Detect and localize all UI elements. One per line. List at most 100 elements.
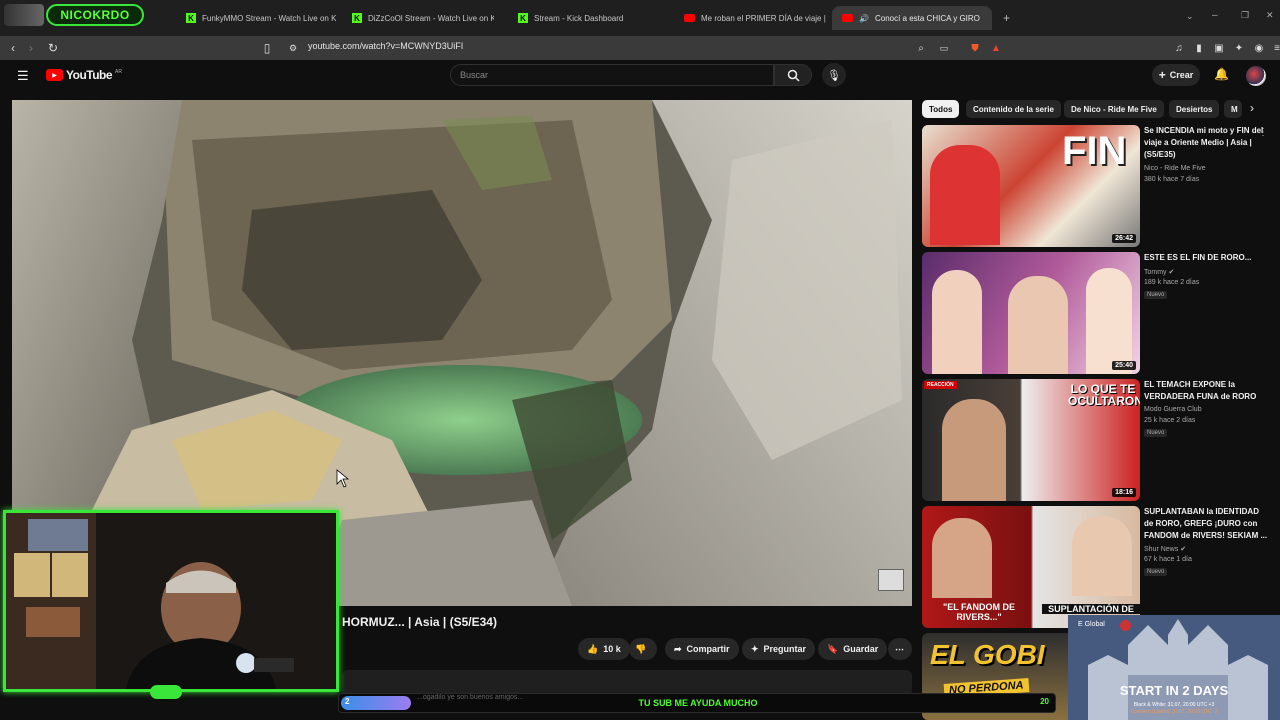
- back-icon[interactable]: ‹: [4, 39, 22, 57]
- streamer-logo: [4, 4, 44, 26]
- kick-icon: K: [518, 13, 528, 23]
- like-button[interactable]: 👍 10 k: [578, 638, 630, 660]
- recommendation-title[interactable]: EL TEMACH EXPONE la VERDADERA FUNA de RO…: [1144, 379, 1270, 403]
- minimize-icon[interactable]: –: [1212, 10, 1218, 21]
- tab-label: FunkyMMO Stream - Watch Live on K: [202, 13, 336, 23]
- browser-tab[interactable]: K FunkyMMO Stream - Watch Live on K: [176, 6, 336, 30]
- thumbnail-person: [942, 399, 1006, 501]
- recommendation-item[interactable]: REACCIÓN LO QUE TE OCULTARON 18:16 EL TE…: [922, 379, 1272, 501]
- youtube-header: ☰ ▶ YouTube AR Buscar 🎙 + Crear 🔔: [0, 60, 1280, 92]
- zoom-icon[interactable]: ⌕: [912, 39, 930, 57]
- channel-name[interactable]: Modo Guerra Club: [1144, 406, 1202, 413]
- search-icon: [787, 69, 800, 82]
- webcam-overlay: [3, 510, 339, 692]
- music-icon[interactable]: ♫: [1170, 39, 1188, 57]
- video-thumbnail[interactable]: 25:40: [922, 252, 1140, 374]
- dislike-button[interactable]: 👎: [629, 638, 657, 660]
- bookmark-icon[interactable]: ▯: [258, 39, 276, 57]
- menu-icon[interactable]: ≡: [1268, 39, 1280, 57]
- new-badge: Nuevo: [1144, 291, 1168, 299]
- more-vert-icon[interactable]: ⋮: [1258, 127, 1268, 138]
- tab-label: Me roban el PRIMER DÍA de viaje | A: [701, 13, 826, 23]
- like-count: 10 k: [603, 644, 621, 654]
- thumbnail-text: EL GOBI: [930, 639, 1045, 670]
- channel-name[interactable]: Nico - Ride Me Five: [1144, 165, 1205, 172]
- create-button[interactable]: + Crear: [1152, 64, 1200, 86]
- ad-headline: START IN 2 DAYS: [1119, 683, 1229, 698]
- tab-list-icon[interactable]: ⌄: [1186, 11, 1194, 22]
- browser-tab[interactable]: Me roban el PRIMER DÍA de viaje | A: [674, 6, 826, 30]
- microphone-icon: 🎙: [827, 69, 841, 82]
- maximize-icon[interactable]: ❐: [1241, 10, 1249, 21]
- new-badge: Nuevo: [1144, 568, 1168, 576]
- share-label: Compartir: [686, 644, 730, 654]
- brave-rewards-icon[interactable]: ▲: [987, 39, 1005, 57]
- search-input[interactable]: Buscar: [450, 64, 774, 86]
- thumbnail-person: [1008, 276, 1068, 374]
- wallet-icon[interactable]: ▣: [1210, 39, 1228, 57]
- verified-icon: ✔: [1180, 546, 1187, 553]
- vpn-icon[interactable]: ◉: [1250, 39, 1268, 57]
- site-info-icon[interactable]: ⚙: [284, 39, 302, 57]
- kick-icon: K: [352, 13, 362, 23]
- channel-name[interactable]: Tommy ✔: [1144, 268, 1174, 276]
- new-badge: Nuevo: [1144, 429, 1168, 437]
- reload-icon[interactable]: ↻: [44, 39, 62, 57]
- search-button[interactable]: [774, 64, 812, 86]
- chip-todos[interactable]: Todos: [922, 100, 960, 118]
- video-thumbnail[interactable]: "EL FANDOM DE RIVERS..." SUPLANTACIÓN DE: [922, 506, 1140, 628]
- recommendation-title[interactable]: ESTE ES EL FIN DE RORO...: [1144, 252, 1270, 264]
- close-window-icon[interactable]: ✕: [1266, 10, 1274, 21]
- channel-name-text: Shur News: [1144, 546, 1179, 553]
- ad-badge-icon: [1120, 620, 1131, 631]
- tab-label: Stream - Kick Dashboard: [534, 13, 624, 23]
- youtube-logo[interactable]: ▶ YouTube AR: [46, 68, 122, 82]
- view-meta: 189 k hace 2 días: [1144, 279, 1200, 286]
- url-field[interactable]: youtube.com/watch?v=MCWNYD3UiFI: [308, 41, 463, 51]
- thumbs-down-icon: 👎: [635, 643, 647, 654]
- sidebar-icon[interactable]: ▮: [1190, 39, 1208, 57]
- channel-watermark[interactable]: [878, 569, 904, 591]
- save-label: Guardar: [843, 644, 879, 654]
- save-button[interactable]: 🔖 Guardar: [818, 638, 888, 660]
- browser-tab[interactable]: K DiZzCoOl Stream - Watch Live on Ki: [342, 6, 494, 30]
- ask-button[interactable]: ✦ Preguntar: [742, 638, 816, 660]
- duration-badge: 26:42: [1112, 234, 1136, 243]
- chip-more[interactable]: M: [1224, 100, 1242, 118]
- view-meta: 25 k hace 2 días: [1144, 417, 1196, 424]
- voice-search-button[interactable]: 🎙: [822, 63, 846, 87]
- chevron-right-icon[interactable]: ›: [1250, 101, 1254, 115]
- brave-shield-icon[interactable]: ⛊: [966, 39, 984, 57]
- new-tab-button[interactable]: +: [1003, 11, 1010, 25]
- video-title: HORMUZ... | Asia | (S5/E34): [342, 615, 497, 629]
- video-thumbnail[interactable]: REACCIÓN LO QUE TE OCULTARON 18:16: [922, 379, 1140, 501]
- recommendation-item[interactable]: "EL FANDOM DE RIVERS..." SUPLANTACIÓN DE…: [922, 506, 1272, 628]
- extensions-icon[interactable]: ✦: [1230, 39, 1248, 57]
- video-thumbnail[interactable]: FIN 26:42: [922, 125, 1140, 247]
- thumbnail-text: LO QUE TE OCULTARON: [1068, 382, 1140, 408]
- view-meta: 67 k hace 1 día: [1144, 556, 1192, 563]
- browser-tab[interactable]: K Stream - Kick Dashboard: [508, 6, 668, 30]
- recommendation-item[interactable]: 25:40 ESTE ES EL FIN DE RORO... Tommy ✔ …: [922, 252, 1272, 374]
- recommendation-title[interactable]: Se INCENDIA mi moto y FIN del viaje a Or…: [1144, 125, 1270, 161]
- share-button[interactable]: ➦ Compartir: [665, 638, 739, 660]
- avatar[interactable]: [1246, 66, 1266, 86]
- duration-badge: 25:40: [1112, 361, 1136, 370]
- chip-deserts[interactable]: Desiertos: [1169, 100, 1220, 118]
- recommendation-title[interactable]: SUPLANTABAN la IDENTIDAD de RORO, GREFG …: [1144, 506, 1270, 542]
- more-actions-button[interactable]: ⋯: [888, 638, 912, 660]
- sponsor-ad[interactable]: E Global START IN 2 DAYS Black & White: …: [1068, 615, 1280, 720]
- recommendation-item[interactable]: FIN 26:42 Se INCENDIA mi moto y FIN del …: [922, 125, 1272, 247]
- cast-icon[interactable]: ▭: [935, 39, 953, 57]
- forward-icon[interactable]: ›: [22, 39, 40, 57]
- chip-series-content[interactable]: Contenido de la serie: [966, 100, 1061, 118]
- speaker-icon: 🔊: [859, 13, 869, 23]
- browser-tab-strip: K FunkyMMO Stream - Watch Live on K K Di…: [0, 0, 1280, 36]
- notifications-bell-icon[interactable]: 🔔: [1214, 67, 1229, 81]
- thumbnail-text: "EL FANDOM DE RIVERS...": [942, 602, 1016, 622]
- browser-tab-active[interactable]: 🔊 Conocí a esta CHICA y GIRO ✕: [832, 6, 992, 30]
- sparkle-icon: ✦: [751, 643, 759, 654]
- chip-channel[interactable]: De Nico - Ride Me Five: [1064, 100, 1164, 118]
- channel-name[interactable]: Shur News ✔: [1144, 545, 1186, 553]
- hamburger-menu-icon[interactable]: ☰: [17, 68, 29, 84]
